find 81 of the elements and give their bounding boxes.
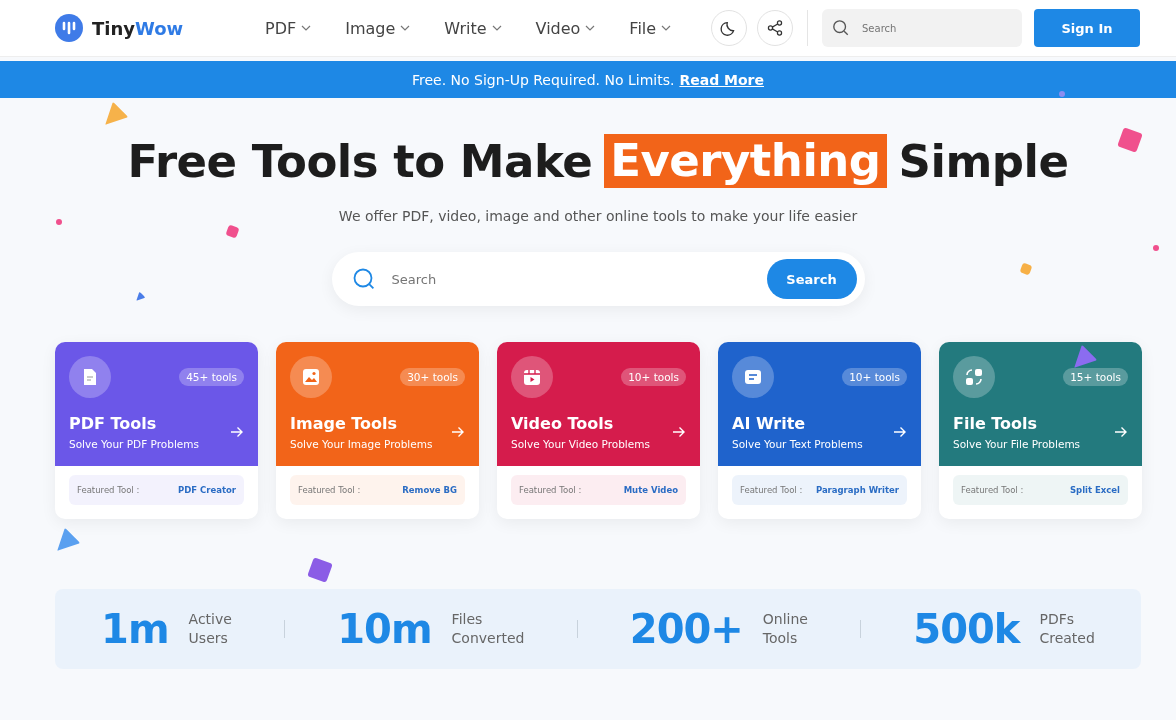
search-field[interactable]: Search	[860, 21, 1004, 35]
headline-highlight: Everything	[604, 134, 887, 188]
stat-value: 10m	[337, 606, 432, 652]
featured-tool-link[interactable]: Remove BG	[402, 485, 457, 495]
caret-icon	[491, 25, 502, 31]
featured-tool-label: Featured Tool :	[77, 485, 140, 495]
search-icon	[832, 19, 850, 37]
tool-count-badge: 45+ tools	[179, 368, 244, 386]
shape-decoration	[1019, 262, 1033, 276]
search-icon	[351, 267, 376, 291]
tool-category-card[interactable]: 10+ tools Video Tools Solve Your Video Problems Featured Tool : Mute Video	[497, 342, 700, 519]
headline-text: Simple	[898, 134, 1069, 188]
card-subtitle: Solve Your Video Problems	[511, 438, 650, 450]
sign-in-button[interactable]: Sign In	[1034, 9, 1140, 47]
stat-value: 1m	[101, 606, 169, 652]
card-title: Image Tools	[290, 414, 399, 433]
featured-tool-link[interactable]: Mute Video	[623, 485, 678, 495]
card-subtitle: Solve Your File Problems	[953, 438, 1081, 450]
dot-decoration	[56, 219, 62, 225]
hero-subtitle: We offer PDF, video, image and other online tools to make your life easier	[338, 208, 858, 224]
shape-decoration	[307, 557, 333, 583]
arrow-right-icon	[672, 426, 686, 438]
nav-menu-item[interactable]: File	[629, 18, 672, 38]
logo[interactable]: TinyWow	[55, 14, 225, 42]
arrow-right-icon	[230, 426, 244, 438]
featured-tool-link[interactable]: Split Excel	[1069, 485, 1120, 495]
nav-menu-item[interactable]: PDF	[265, 18, 312, 38]
tool-count-badge: 10+ tools	[842, 368, 907, 386]
stat-label: PDFs Created	[1039, 610, 1095, 648]
stat-label: Files Converted	[451, 610, 525, 648]
shape-decoration	[225, 224, 240, 239]
search-button[interactable]: Search	[766, 259, 857, 299]
caret-icon	[400, 25, 411, 31]
stat-value: 500k	[913, 606, 1020, 652]
featured-tool-label: Featured Tool :	[298, 485, 361, 495]
tool-count-badge: 10+ tools	[621, 368, 686, 386]
caret-icon	[301, 25, 312, 31]
card-subtitle: Solve Your PDF Problems	[69, 438, 199, 450]
shapes-icon	[964, 367, 984, 387]
featured-tool-label: Featured Tool :	[961, 485, 1024, 495]
card-title: AI Write	[732, 414, 807, 433]
card-title: PDF Tools	[69, 414, 158, 433]
logo-text: TinyWow	[92, 17, 184, 39]
tool-count-badge: 30+ tools	[400, 368, 465, 386]
share-icon	[766, 19, 784, 37]
card-title: File Tools	[953, 414, 1039, 433]
share-button[interactable]	[757, 10, 793, 46]
arrow-right-icon	[451, 426, 465, 438]
stat-value: 200+	[629, 606, 743, 652]
arrow-right-icon	[893, 426, 907, 438]
calendar-play-icon	[522, 367, 542, 387]
tool-category-card[interactable]: 15+ tools File Tools Solve Your File Problems Featured Tool : Split Excel	[939, 342, 1142, 519]
arrow-right-icon	[1114, 426, 1128, 438]
nav-menu-item[interactable]: Video	[535, 18, 596, 38]
tool-category-card[interactable]: 45+ tools PDF Tools Solve Your PDF Problems Featured Tool : PDF Creator	[55, 342, 258, 519]
stat-label: Online Tools	[762, 610, 808, 648]
shape-decoration	[1117, 127, 1143, 153]
tool-count-badge: 15+ tools	[1063, 368, 1128, 386]
featured-tool-link[interactable]: Paragraph Writer	[815, 485, 899, 495]
text-lines-icon	[743, 367, 763, 387]
tool-category-card[interactable]: 10+ tools AI Write Solve Your Text Problems Featured Tool : Paragraph Writer	[718, 342, 921, 519]
image-icon	[301, 367, 321, 387]
banner-text: Free. No Sign-Up Required. No Limits.	[412, 71, 675, 88]
featured-tool-link[interactable]: PDF Creator	[177, 485, 236, 495]
card-subtitle: Solve Your Text Problems	[732, 438, 863, 450]
dot-decoration	[1059, 91, 1065, 97]
caret-icon	[661, 25, 672, 31]
headline-text: Free Tools to Make	[127, 134, 593, 188]
dark-mode-button[interactable]	[711, 10, 747, 46]
featured-tool-label: Featured Tool :	[740, 485, 803, 495]
nav-menu-item[interactable]: Write	[444, 18, 502, 38]
featured-tool-label: Featured Tool :	[519, 485, 582, 495]
dot-decoration	[1153, 245, 1159, 251]
card-title: Video Tools	[511, 414, 615, 433]
stat-label: Active Users	[188, 610, 232, 648]
nav-menu-item[interactable]: Image	[345, 18, 411, 38]
caret-icon	[585, 25, 596, 31]
logo-icon	[55, 14, 83, 42]
read-more-link[interactable]: Read More	[679, 71, 764, 88]
card-subtitle: Solve Your Image Problems	[290, 438, 433, 450]
tool-category-card[interactable]: 30+ tools Image Tools Solve Your Image Problems Featured Tool : Remove BG	[276, 342, 479, 519]
